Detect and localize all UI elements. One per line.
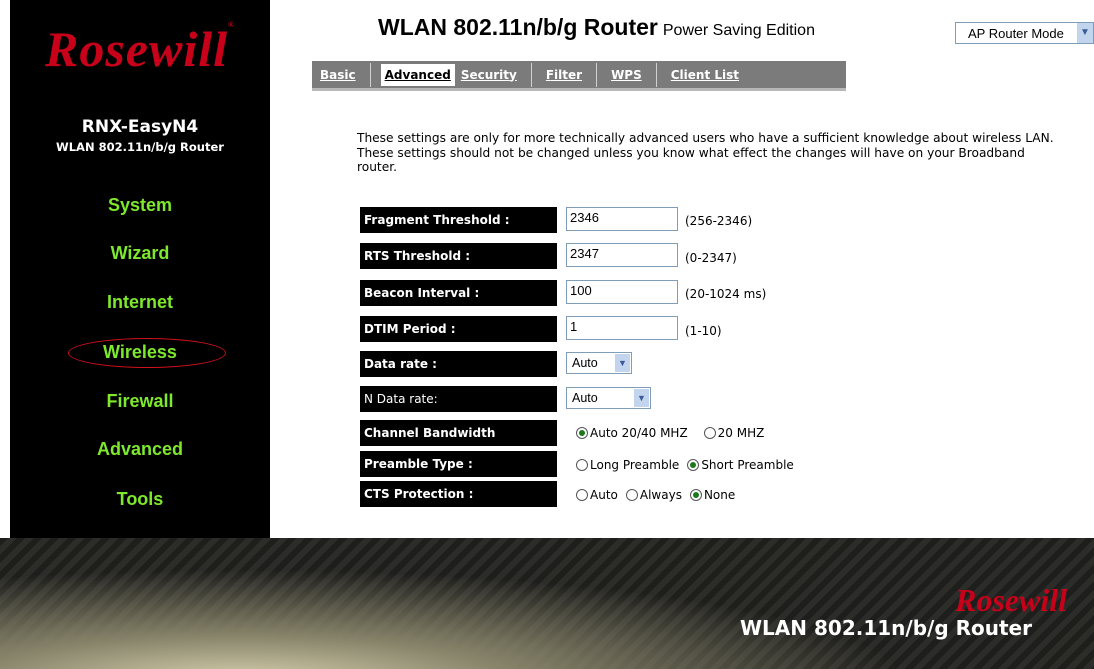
tab-filter[interactable]: Filter — [542, 64, 586, 86]
model-subtitle: WLAN 802.11n/b/g Router — [56, 140, 224, 154]
nav-wireless[interactable]: Wireless — [10, 342, 270, 363]
radio-selected-icon — [576, 427, 588, 439]
radio-empty-icon — [576, 459, 588, 471]
nav-wizard[interactable]: Wizard — [10, 243, 270, 264]
footer-title: WLAN 802.11n/b/g Router — [740, 616, 1032, 640]
cts-protection-label: CTS Protection : — [360, 481, 557, 507]
bandwidth-auto-radio[interactable]: Auto 20/40 MHZ — [576, 426, 688, 440]
tab-divider — [369, 62, 371, 87]
data-rate-label: Data rate : — [360, 351, 557, 377]
cts-protection-options: Auto Always None — [576, 488, 741, 502]
data-rate-select[interactable]: Auto ▼ — [566, 352, 632, 374]
model-name: RNX-EasyN4 — [81, 117, 199, 137]
dtim-period-label: DTIM Period : — [360, 316, 557, 342]
dtim-period-range: (1-10) — [685, 324, 722, 338]
tab-divider — [596, 62, 598, 87]
chevron-down-icon: ▼ — [634, 389, 649, 407]
radio-empty-icon — [576, 489, 588, 501]
mode-select[interactable]: AP Router Mode ▼ — [955, 22, 1094, 44]
intro-text: These settings are only for more technic… — [357, 131, 1054, 174]
channel-bandwidth-options: Auto 20/40 MHZ 20 MHZ — [576, 426, 770, 440]
tab-divider — [530, 62, 532, 87]
sidebar: Rosewill® RNX-EasyN4 WLAN 802.11n/b/g Ro… — [10, 0, 270, 538]
cts-always-radio[interactable]: Always — [625, 488, 682, 502]
page-header: WLAN 802.11n/b/g Router Power Saving Edit… — [378, 14, 815, 41]
rosewill-logo: Rosewill® — [44, 20, 235, 77]
nav-system[interactable]: System — [10, 195, 270, 216]
preamble-type-options: Long Preamble Short Preamble — [576, 458, 800, 472]
tab-wps[interactable]: WPS — [607, 64, 646, 86]
tab-divider — [655, 62, 657, 87]
radio-selected-icon — [687, 459, 700, 471]
nav-firewall[interactable]: Firewall — [10, 391, 270, 412]
mode-select-value: AP Router Mode — [968, 25, 1064, 41]
nav-advanced[interactable]: Advanced — [10, 439, 270, 460]
preamble-long-radio[interactable]: Long Preamble — [576, 458, 679, 472]
channel-bandwidth-label: Channel Bandwidth — [360, 420, 557, 446]
beacon-interval-range: (20-1024 ms) — [685, 287, 767, 301]
chevron-down-icon: ▼ — [1077, 23, 1093, 43]
tab-advanced[interactable]: Advanced — [380, 63, 455, 86]
rts-threshold-input[interactable]: 2347 — [566, 243, 678, 267]
header-edition: Power Saving Edition — [662, 22, 815, 39]
tab-security[interactable]: Security — [457, 64, 521, 86]
beacon-interval-label: Beacon Interval : — [360, 280, 557, 306]
tab-client-list[interactable]: Client List — [667, 64, 743, 86]
bandwidth-20-radio[interactable]: 20 MHZ — [703, 426, 764, 440]
footer-rosewill-logo: Rosewill — [955, 582, 1068, 618]
preamble-short-radio[interactable]: Short Preamble — [687, 458, 794, 472]
rts-threshold-label: RTS Threshold : — [360, 243, 557, 269]
data-rate-value: Auto — [572, 356, 598, 370]
footer-banner: Rosewill WLAN 802.11n/b/g Router — [0, 538, 1094, 669]
tab-bar: Basic Advanced Security Filter WPS Clien… — [312, 61, 846, 91]
n-data-rate-select[interactable]: Auto ▼ — [566, 387, 651, 409]
nav-internet[interactable]: Internet — [10, 292, 270, 313]
cts-none-radio[interactable]: None — [689, 488, 735, 502]
rts-threshold-range: (0-2347) — [685, 251, 737, 265]
radio-selected-icon — [689, 489, 702, 501]
header-title: WLAN 802.11n/b/g Router — [378, 14, 658, 40]
n-data-rate-value: Auto — [572, 391, 598, 405]
n-data-rate-label: N Data rate: — [360, 386, 557, 412]
chevron-down-icon: ▼ — [615, 354, 630, 372]
fragment-threshold-label: Fragment Threshold : — [360, 207, 557, 233]
cts-auto-radio[interactable]: Auto — [576, 488, 618, 502]
radio-empty-icon — [703, 427, 716, 439]
fragment-threshold-input[interactable]: 2346 — [566, 207, 678, 231]
nav-tools[interactable]: Tools — [10, 489, 270, 510]
tab-basic[interactable]: Basic — [316, 64, 360, 86]
fragment-threshold-range: (256-2346) — [685, 214, 753, 228]
radio-empty-icon — [625, 489, 638, 501]
dtim-period-input[interactable]: 1 — [566, 316, 678, 340]
preamble-type-label: Preamble Type : — [360, 451, 557, 477]
beacon-interval-input[interactable]: 100 — [566, 280, 678, 304]
